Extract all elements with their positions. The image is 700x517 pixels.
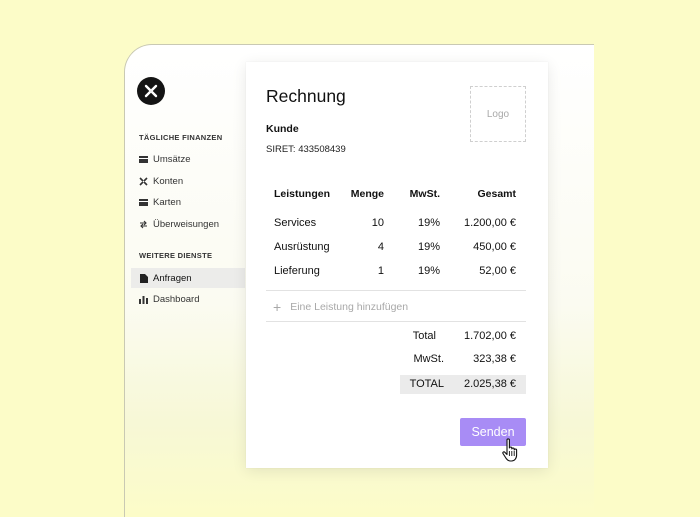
sidebar-item-label: Überweisungen — [153, 218, 220, 230]
row-quantity[interactable]: 4 — [342, 241, 384, 253]
invoice-card: Rechnung Logo Kunde SIRET: 433508439 Lei… — [246, 62, 548, 468]
row-service[interactable]: Lieferung — [274, 265, 320, 277]
transfer-icon — [139, 220, 148, 229]
column-header-quantity: Menge — [350, 188, 384, 200]
sidebar-item-label: Anfragen — [153, 272, 192, 284]
divider — [266, 290, 526, 291]
cross-icon — [139, 176, 148, 186]
sidebar-item-konten[interactable]: Konten — [139, 171, 245, 191]
grand-total-value: 2.025,38 € — [464, 378, 516, 390]
sidebar-item-label: Karten — [153, 196, 181, 208]
row-quantity[interactable]: 1 — [342, 265, 384, 277]
sidebar-item-label: Umsätze — [153, 153, 191, 165]
subtotal-label: Total — [412, 330, 436, 342]
sidebar-item-umsaetze[interactable]: Umsätze — [139, 149, 245, 169]
document-icon — [139, 273, 148, 283]
row-total: 52,00 € — [479, 265, 516, 277]
add-service-button[interactable]: + Eine Leistung hinzufügen — [273, 299, 408, 315]
add-service-label: Eine Leistung hinzufügen — [290, 301, 409, 313]
row-service[interactable]: Services — [274, 217, 316, 229]
row-service[interactable]: Ausrüstung — [274, 241, 330, 253]
logo-upload-placeholder[interactable]: Logo — [470, 86, 526, 142]
row-vat[interactable]: 19% — [396, 265, 440, 277]
row-total: 450,00 € — [473, 241, 516, 253]
hand-pointer-cursor-icon — [500, 437, 526, 468]
vat-value: 323,38 € — [473, 353, 516, 365]
divider — [266, 321, 526, 322]
column-header-services: Leistungen — [274, 188, 331, 200]
row-quantity[interactable]: 10 — [342, 217, 384, 229]
card-icon — [139, 155, 148, 164]
sidebar-item-dashboard[interactable]: Dashboard — [139, 289, 245, 309]
app-logo[interactable] — [137, 77, 165, 105]
plus-icon: + — [273, 299, 282, 315]
grand-total-label: TOTAL — [409, 378, 444, 390]
row-vat[interactable]: 19% — [396, 217, 440, 229]
subtotal-value: 1.702,00 € — [464, 330, 516, 342]
column-header-total: Gesamt — [477, 188, 516, 200]
section-label-daily-finances: TÄGLICHE FINANZEN — [139, 133, 223, 142]
sidebar-item-anfragen[interactable]: Anfragen — [131, 268, 245, 288]
section-label-more-services: WEITERE DIENSTE — [139, 251, 213, 260]
sidebar-item-ueberweisungen[interactable]: Überweisungen — [139, 214, 245, 234]
client-label: Kunde — [266, 123, 299, 135]
sidebar-item-label: Dashboard — [153, 293, 200, 305]
bar-chart-icon — [139, 295, 148, 304]
x-logo-icon — [144, 84, 158, 98]
vat-label: MwSt. — [413, 353, 444, 365]
client-siret: SIRET: 433508439 — [266, 144, 346, 155]
sidebar-item-label: Konten — [153, 175, 184, 187]
row-total: 1.200,00 € — [464, 217, 516, 229]
row-vat[interactable]: 19% — [396, 241, 440, 253]
column-header-vat: MwSt. — [409, 188, 440, 200]
invoice-title: Rechnung — [266, 86, 346, 106]
sidebar-item-karten[interactable]: Karten — [139, 192, 245, 212]
card-icon — [139, 198, 148, 207]
